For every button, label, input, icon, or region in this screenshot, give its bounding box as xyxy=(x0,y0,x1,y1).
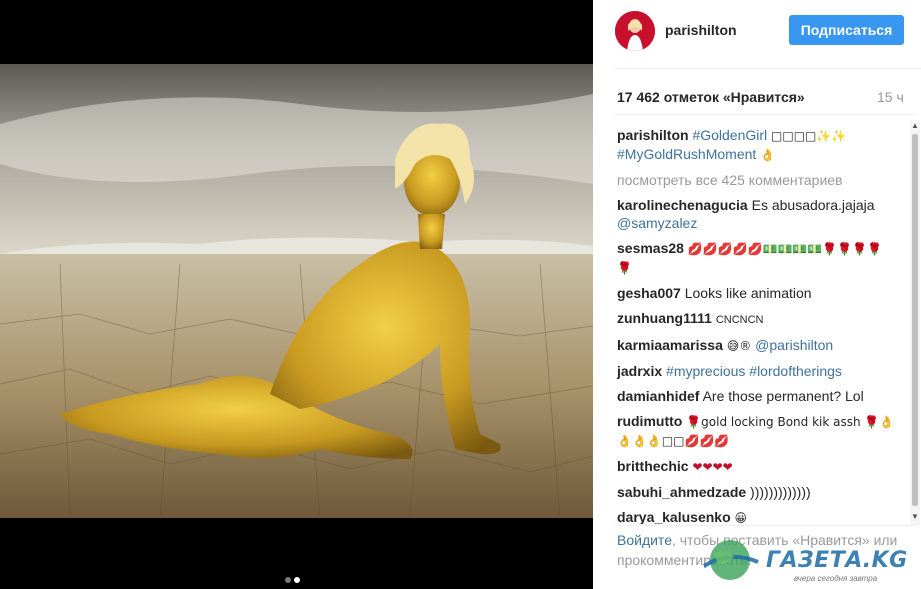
post-media xyxy=(0,0,593,589)
caption-username[interactable]: parishilton xyxy=(617,127,689,143)
comment-item: damianhidef Are those permanent? Lol xyxy=(617,387,897,405)
comment-text: Looks like animation xyxy=(684,285,812,301)
comment-username[interactable]: jadrxix xyxy=(617,363,662,379)
scroll-down-icon[interactable]: ▼ xyxy=(911,513,919,521)
post-timestamp[interactable]: 15 ч xyxy=(877,89,904,105)
caption-emoji: 👌 xyxy=(760,148,776,162)
comment-username[interactable]: sesmas28 xyxy=(617,240,684,256)
caption-emojis: □□□□✨✨ xyxy=(771,129,847,143)
golden-figure-photo xyxy=(0,64,593,518)
carousel-dot-2[interactable] xyxy=(294,577,300,583)
divider xyxy=(615,114,915,115)
comment-item: gesha007 Looks like animation xyxy=(617,284,897,302)
comment-username[interactable]: karolinechenagucia xyxy=(617,197,748,213)
post-photo[interactable] xyxy=(0,64,593,518)
comment-username[interactable]: zunhuang1111 xyxy=(617,310,712,326)
hashtag-link[interactable]: #GoldenGirl xyxy=(692,127,767,143)
divider xyxy=(615,68,921,69)
post-header: parishilton Подписаться xyxy=(593,0,921,64)
comment-username[interactable]: damianhidef xyxy=(617,388,699,404)
comment-username[interactable]: gesha007 xyxy=(617,285,681,301)
comment-text: 😅® xyxy=(726,339,752,353)
carousel-indicator xyxy=(285,570,303,583)
comment-username[interactable]: karmiaamarissa xyxy=(617,337,723,353)
comment-item: jadrxix #myprecious #lordoftherings xyxy=(617,362,897,380)
carousel-dot-1[interactable] xyxy=(285,577,291,583)
comment-text: Es abusadora.jajaja xyxy=(751,197,875,213)
comment-text: Are those permanent? Lol xyxy=(702,388,864,404)
avatar[interactable] xyxy=(615,11,655,51)
comment-text: 😀 xyxy=(734,511,748,524)
comment-item: karmiaamarissa 😅® @parishilton xyxy=(617,336,897,355)
avatar-image xyxy=(615,11,655,51)
comment-item: darya_kalusenko 😀 xyxy=(617,508,897,524)
comments-scrollbar[interactable]: ▲ ▼ xyxy=(910,120,920,525)
comment-username[interactable]: britthechic xyxy=(617,458,689,474)
comment-text: ))))))))))))) xyxy=(750,484,811,500)
comment-text: ❤❤❤❤ xyxy=(692,460,733,474)
comment-item: sesmas28 💋💋💋💋💋💵💵💵💵🌹🌹🌹🌹🌹 xyxy=(617,239,897,277)
mention-link[interactable]: @parishilton xyxy=(755,337,833,353)
comment-username[interactable]: darya_kalusenko xyxy=(617,509,731,524)
caption: parishilton #GoldenGirl □□□□✨✨ #MyGoldRu… xyxy=(617,126,897,164)
likes-count[interactable]: 17 462 отметок «Нравится» xyxy=(617,89,805,105)
divider xyxy=(615,525,915,526)
comment-username[interactable]: rudimutto xyxy=(617,413,682,429)
profile-username[interactable]: parishilton xyxy=(665,22,737,38)
post-info-panel: parishilton Подписаться 17 462 отметок «… xyxy=(593,0,921,589)
comment-item: sabuhi_ahmedzade ))))))))))))) xyxy=(617,483,897,501)
comment-item: rudimutto 🌹gold locking Bond kik assh 🌹👌… xyxy=(617,412,897,450)
comment-username[interactable]: sabuhi_ahmedzade xyxy=(617,484,746,500)
comment-item: zunhuang1111 CNCNCN xyxy=(617,309,897,329)
comment-text: CNCNCN xyxy=(715,314,764,326)
follow-button[interactable]: Подписаться xyxy=(789,15,904,45)
hashtag-link[interactable]: #MyGoldRushMoment xyxy=(617,146,756,162)
comments-list: parishilton #GoldenGirl □□□□✨✨ #MyGoldRu… xyxy=(617,126,897,524)
mention-link[interactable]: @samyzalez xyxy=(617,215,697,231)
login-prompt: Войдите, чтобы поставить «Нравится» или … xyxy=(617,530,907,570)
comment-item: karolinechenagucia Es abusadora.jajaja @… xyxy=(617,196,897,232)
scrollbar-thumb[interactable] xyxy=(912,134,918,506)
comment-item: britthechic ❤❤❤❤ xyxy=(617,457,897,476)
hashtag-link[interactable]: #myprecious #lordoftherings xyxy=(666,363,842,379)
scroll-up-icon[interactable]: ▲ xyxy=(911,122,919,130)
view-all-comments-link[interactable]: посмотреть все 425 комментариев xyxy=(617,171,897,189)
login-link[interactable]: Войдите xyxy=(617,532,672,548)
